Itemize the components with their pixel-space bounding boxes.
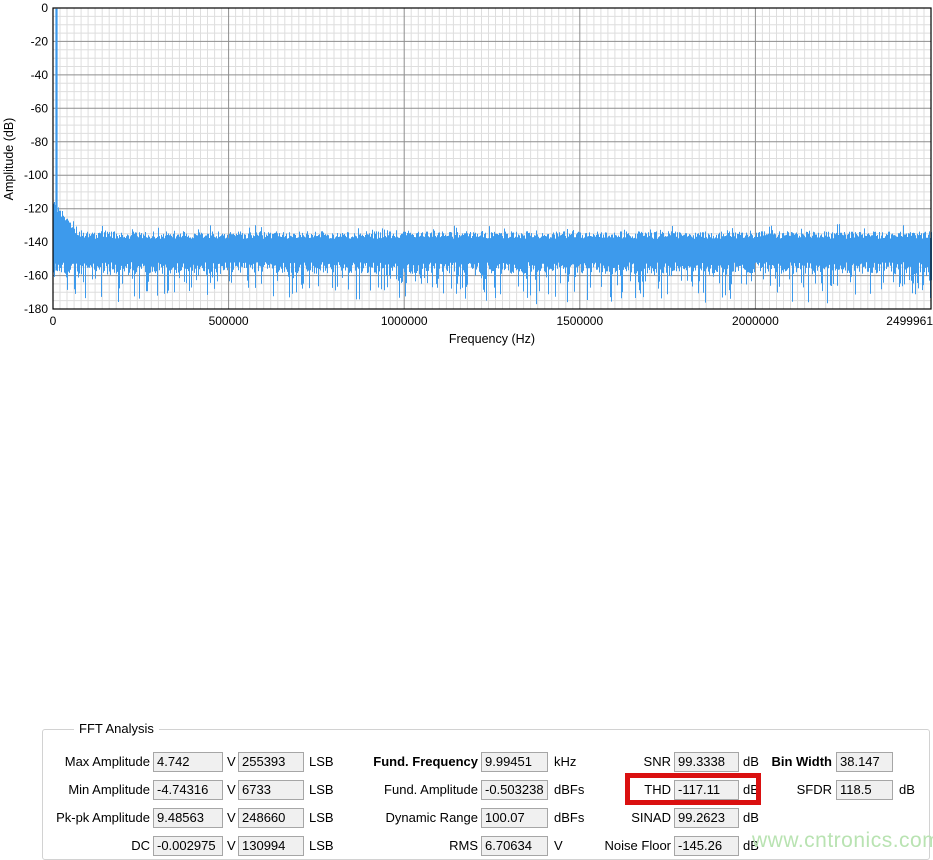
- sinad-label: SINAD: [631, 810, 671, 825]
- rms-field[interactable]: 6.70634: [481, 836, 548, 856]
- svg-text:Frequency (Hz): Frequency (Hz): [449, 332, 535, 346]
- min-amplitude-volts-unit: V: [227, 782, 236, 797]
- svg-text:Amplitude (dB): Amplitude (dB): [2, 118, 16, 201]
- sinad-unit: dB: [743, 810, 759, 825]
- svg-text:-180: -180: [24, 302, 48, 316]
- fft-analysis-panel: FFT Analysis Max Amplitude 4.742 V 25539…: [0, 352, 933, 860]
- thd-label: THD: [644, 782, 671, 797]
- max-amplitude-label: Max Amplitude: [64, 754, 150, 769]
- fund-frequency-field[interactable]: 9.99451: [481, 752, 548, 772]
- rms-label: RMS: [449, 838, 478, 853]
- svg-text:2499961: 2499961: [886, 314, 933, 328]
- min-amplitude-label: Min Amplitude: [68, 782, 150, 797]
- svg-text:1500000: 1500000: [556, 314, 603, 328]
- min-amplitude-lsb-unit: LSB: [309, 782, 334, 797]
- svg-text:-120: -120: [24, 202, 48, 216]
- svg-text:0: 0: [41, 1, 48, 15]
- svg-text:-60: -60: [31, 101, 49, 115]
- dc-lsb-field[interactable]: 130994: [238, 836, 304, 856]
- snr-label: SNR: [643, 754, 671, 769]
- pkpk-amplitude-volts-unit: V: [227, 810, 236, 825]
- svg-text:-40: -40: [31, 68, 49, 82]
- svg-text:-80: -80: [31, 135, 49, 149]
- rms-unit: V: [554, 838, 563, 853]
- snr-field[interactable]: 99.3338: [674, 752, 739, 772]
- svg-text:-140: -140: [24, 235, 48, 249]
- max-amplitude-lsb-field[interactable]: 255393: [238, 752, 304, 772]
- watermark-text: www.cntronics.com: [752, 829, 933, 852]
- pkpk-amplitude-lsb-unit: LSB: [309, 810, 334, 825]
- max-amplitude-volts-unit: V: [227, 754, 236, 769]
- max-amplitude-lsb-unit: LSB: [309, 754, 334, 769]
- fund-amplitude-label: Fund. Amplitude: [384, 782, 478, 797]
- svg-text:1000000: 1000000: [381, 314, 428, 328]
- svg-text:0: 0: [50, 314, 57, 328]
- sfdr-field[interactable]: 118.5: [836, 780, 893, 800]
- pkpk-amplitude-label: Pk-pk Amplitude: [56, 810, 150, 825]
- dynamic-range-label: Dynamic Range: [385, 810, 479, 825]
- dc-lsb-unit: LSB: [309, 838, 334, 853]
- fft-spectrum-chart: 0-20-40-60-80-100-120-140-160-1800 500000…: [2, 1, 933, 346]
- fft-analysis-title: FFT Analysis: [74, 721, 159, 736]
- fund-amplitude-field[interactable]: -0.503238: [481, 780, 548, 800]
- svg-text:-160: -160: [24, 269, 48, 283]
- sfdr-label: SFDR: [796, 782, 832, 797]
- sinad-field[interactable]: 99.2623: [674, 808, 739, 828]
- min-amplitude-lsb-field[interactable]: 6733: [238, 780, 304, 800]
- thd-field[interactable]: -117.11: [674, 780, 739, 800]
- min-amplitude-volts-field[interactable]: -4.74316: [153, 780, 223, 800]
- dc-label: DC: [131, 838, 150, 853]
- dynamic-range-field[interactable]: 100.07: [481, 808, 548, 828]
- fft-spectrum-chart-panel: 0 -20 -40 -60 -80 -100 -120 -140 -160 -180 0 500000…: [0, 0, 933, 352]
- bin-width-field[interactable]: 38.147: [836, 752, 893, 772]
- pkpk-amplitude-volts-field[interactable]: 9.48563: [153, 808, 223, 828]
- bin-width-label: Bin Width: [771, 754, 832, 769]
- dc-volts-field[interactable]: -0.002975: [153, 836, 223, 856]
- max-amplitude-volts-field[interactable]: 4.742: [153, 752, 223, 772]
- svg-text:-100: -100: [24, 168, 48, 182]
- svg-text:-20: -20: [31, 34, 49, 48]
- noise-floor-label: Noise Floor: [604, 838, 671, 853]
- pkpk-amplitude-lsb-field[interactable]: 248660: [238, 808, 304, 828]
- sfdr-unit: dB: [899, 782, 915, 797]
- noise-floor-field[interactable]: -145.26: [674, 836, 739, 856]
- fund-frequency-label: Fund. Frequency: [373, 754, 478, 769]
- dc-volts-unit: V: [227, 838, 236, 853]
- svg-text:2000000: 2000000: [732, 314, 779, 328]
- svg-text:500000: 500000: [209, 314, 249, 328]
